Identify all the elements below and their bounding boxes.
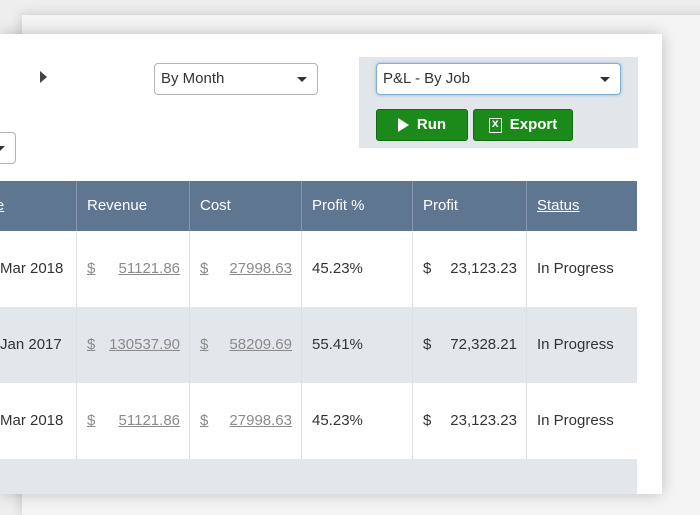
table-row: Mar 2018 $51121.86 $27998.63 45.23% $23,…: [0, 383, 637, 459]
currency-symbol: $: [87, 260, 96, 277]
currency-symbol: $: [423, 412, 432, 429]
cost-cell: $58209.69: [189, 307, 301, 383]
currency-symbol: $: [87, 412, 96, 429]
header-profit-pct: Profit %: [301, 181, 412, 231]
excel-icon: X: [488, 117, 502, 133]
profit-pct-cell: 45.23%: [301, 231, 412, 307]
report-select-value: P&L - By Job: [383, 70, 470, 87]
date-cell: Jan 2017: [0, 336, 62, 353]
revenue-cell: $51121.86: [76, 383, 189, 459]
revenue-value: 51121.86: [118, 260, 180, 277]
cost-value: 27998.63: [229, 412, 292, 429]
profit-pct-cell: 55.41%: [301, 307, 412, 383]
table-row: Mar 2018 $51121.86 $27998.63 45.23% $23,…: [0, 231, 637, 307]
header-revenue: Revenue: [76, 181, 189, 231]
profit-cell: $72,328.21: [412, 307, 526, 383]
profit-pct-cell: 45.23%: [301, 383, 412, 459]
profit-value: 23,123.23: [450, 260, 517, 277]
revenue-link[interactable]: $51121.86: [87, 383, 189, 459]
status-cell: In Progress: [526, 383, 637, 459]
revenue-cell: $130537.90: [76, 307, 189, 383]
currency-symbol: $: [200, 260, 209, 277]
cost-value: 27998.63: [229, 260, 292, 277]
profit-cell: $23,123.23: [412, 383, 526, 459]
revenue-value: 51121.86: [118, 412, 180, 429]
export-button[interactable]: X Export: [473, 109, 573, 141]
chevron-down-icon: [297, 77, 307, 82]
revenue-cell: $51121.86: [76, 231, 189, 307]
currency-symbol: $: [423, 260, 432, 277]
header-date[interactable]: d Date: [0, 181, 76, 231]
report-table: d Date Revenue Cost Profit % Profit Stat…: [0, 181, 637, 494]
run-button-label: Run: [416, 116, 447, 133]
cost-link[interactable]: $27998.63: [200, 383, 301, 459]
run-button[interactable]: Run: [376, 109, 468, 141]
cost-cell: $27998.63: [189, 383, 301, 459]
cost-cell: $27998.63: [189, 231, 301, 307]
currency-symbol: $: [87, 336, 96, 353]
period-select[interactable]: By Month: [154, 63, 318, 95]
revenue-link[interactable]: $130537.90: [87, 307, 189, 383]
chevron-down-icon: [0, 146, 5, 151]
header-profit: Profit: [412, 181, 526, 231]
profit-value: 23,123.23: [450, 412, 517, 429]
date-cell: Mar 2018: [0, 260, 64, 277]
header-cost: Cost: [189, 181, 301, 231]
report-select[interactable]: P&L - By Job: [376, 63, 621, 95]
revenue-value: 130537.90: [109, 336, 180, 353]
table-row: [0, 459, 637, 494]
caret-right-icon[interactable]: [40, 71, 47, 83]
table-header: d Date Revenue Cost Profit % Profit Stat…: [0, 181, 637, 231]
cost-link[interactable]: $58209.69: [200, 307, 301, 383]
header-status[interactable]: Status: [526, 181, 637, 231]
cost-value: 58209.69: [229, 336, 292, 353]
date-cell: Mar 2018: [0, 412, 64, 429]
profit-cell: $23,123.23: [412, 231, 526, 307]
status-cell: In Progress: [526, 307, 637, 383]
cost-link[interactable]: $27998.63: [200, 231, 301, 307]
currency-symbol: $: [200, 412, 209, 429]
export-button-label: Export: [509, 116, 558, 133]
currency-symbol: $: [200, 336, 209, 353]
currency-symbol: $: [423, 336, 432, 353]
report-card: By Month P&L - By Job Run X Export d Dat…: [0, 34, 662, 494]
period-select-value: By Month: [161, 70, 225, 87]
play-icon: [397, 118, 409, 132]
report-panel: P&L - By Job Run X Export: [359, 57, 638, 148]
revenue-link[interactable]: $51121.86: [87, 231, 189, 307]
filter-select[interactable]: [0, 132, 16, 164]
profit-value: 72,328.21: [450, 336, 517, 353]
table-row: Jan 2017 $130537.90 $58209.69 55.41% $72…: [0, 307, 637, 383]
chevron-down-icon: [600, 77, 610, 82]
status-cell: In Progress: [526, 231, 637, 307]
